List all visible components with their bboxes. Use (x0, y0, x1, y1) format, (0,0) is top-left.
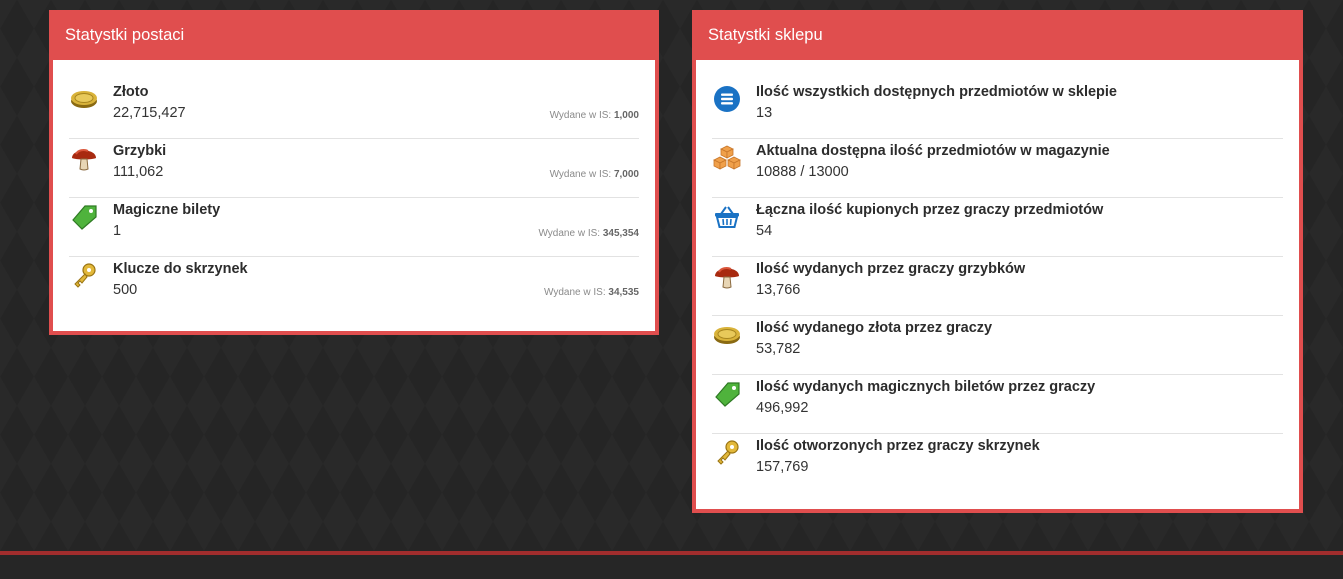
stat-label: Ilość wydanych magicznych biletów przez … (756, 379, 1096, 395)
gold-coin-icon (712, 320, 742, 350)
shop-stats-list: Ilość wszystkich dostępnych przedmiotów … (696, 60, 1299, 503)
stat-value: 111,062 (113, 164, 164, 180)
stat-label: Ilość wydanych przez graczy grzybków (756, 261, 1026, 277)
spent-info: Wydane w IS: 7,000 (549, 169, 639, 180)
stat-row-keys: Klucze do skrzynek 500 Wydane w IS: 34,5… (69, 257, 639, 316)
shop-row-available-items: Ilość wszystkich dostępnych przedmiotów … (712, 80, 1283, 139)
stat-value: 10888 / 13000 (756, 164, 849, 180)
shop-row-warehouse: Aktualna dostępna ilość przedmiotów w ma… (712, 139, 1283, 198)
stat-label: Grzybki (113, 143, 167, 159)
list-icon (712, 84, 742, 114)
stat-label: Złoto (113, 84, 149, 100)
stat-label: Klucze do skrzynek (113, 261, 248, 277)
shop-row-gold-spent: Ilość wydanego złota przez graczy 53,782 (712, 316, 1283, 375)
boxes-icon (712, 143, 742, 173)
shop-row-mushrooms-spent: Ilość wydanych przez graczy grzybków 13,… (712, 257, 1283, 316)
spent-info: Wydane w IS: 34,535 (544, 287, 639, 298)
stat-row-gold: Złoto 22,715,427 Wydane w IS: 1,000 (69, 80, 639, 139)
character-stats-title: Statystki postaci (49, 10, 659, 60)
stat-value: 53,782 (756, 341, 801, 357)
stat-value: 22,715,427 (113, 105, 186, 121)
stat-value: 157,769 (756, 459, 809, 475)
mushroom-icon (69, 143, 99, 173)
stat-label: Ilość otworzonych przez graczy skrzynek (756, 438, 1040, 454)
spent-info: Wydane w IS: 1,000 (549, 110, 639, 121)
gold-coin-icon (69, 84, 99, 114)
key-icon (69, 261, 99, 291)
mushroom-icon (712, 261, 742, 291)
stat-value: 13 (756, 105, 773, 121)
stat-value: 1 (113, 223, 122, 239)
basket-icon (712, 202, 742, 232)
stat-label: Magiczne bilety (113, 202, 221, 218)
footer-bar (0, 551, 1343, 579)
character-stats-panel: Statystki postaci Złoto 22,715,427 Wydan… (49, 10, 659, 335)
shop-stats-title: Statystki sklepu (692, 10, 1303, 60)
stat-label: Ilość wydanego złota przez graczy (756, 320, 993, 336)
green-ticket-icon (69, 202, 99, 232)
stat-label: Ilość wszystkich dostępnych przedmiotów … (756, 84, 1117, 100)
spent-info: Wydane w IS: 345,354 (538, 228, 639, 239)
stat-value: 13,766 (756, 282, 801, 298)
stat-row-mushrooms: Grzybki 111,062 Wydane w IS: 7,000 (69, 139, 639, 198)
stat-label: Łączna ilość kupionych przez graczy prze… (756, 202, 1104, 218)
shop-stats-panel: Statystki sklepu Ilość wszystkich dostęp… (692, 10, 1303, 513)
shop-row-purchased: Łączna ilość kupionych przez graczy prze… (712, 198, 1283, 257)
stat-value: 496,992 (756, 400, 809, 416)
shop-row-tickets-spent: Ilość wydanych magicznych biletów przez … (712, 375, 1283, 434)
green-ticket-icon (712, 379, 742, 409)
stat-value: 54 (756, 223, 773, 239)
key-icon (712, 438, 742, 468)
stat-value: 500 (113, 282, 138, 298)
character-stats-list: Złoto 22,715,427 Wydane w IS: 1,000 Grzy… (53, 60, 655, 326)
stat-label: Aktualna dostępna ilość przedmiotów w ma… (756, 143, 1110, 159)
shop-row-chests-opened: Ilość otworzonych przez graczy skrzynek … (712, 434, 1283, 493)
stat-row-tickets: Magiczne bilety 1 Wydane w IS: 345,354 (69, 198, 639, 257)
